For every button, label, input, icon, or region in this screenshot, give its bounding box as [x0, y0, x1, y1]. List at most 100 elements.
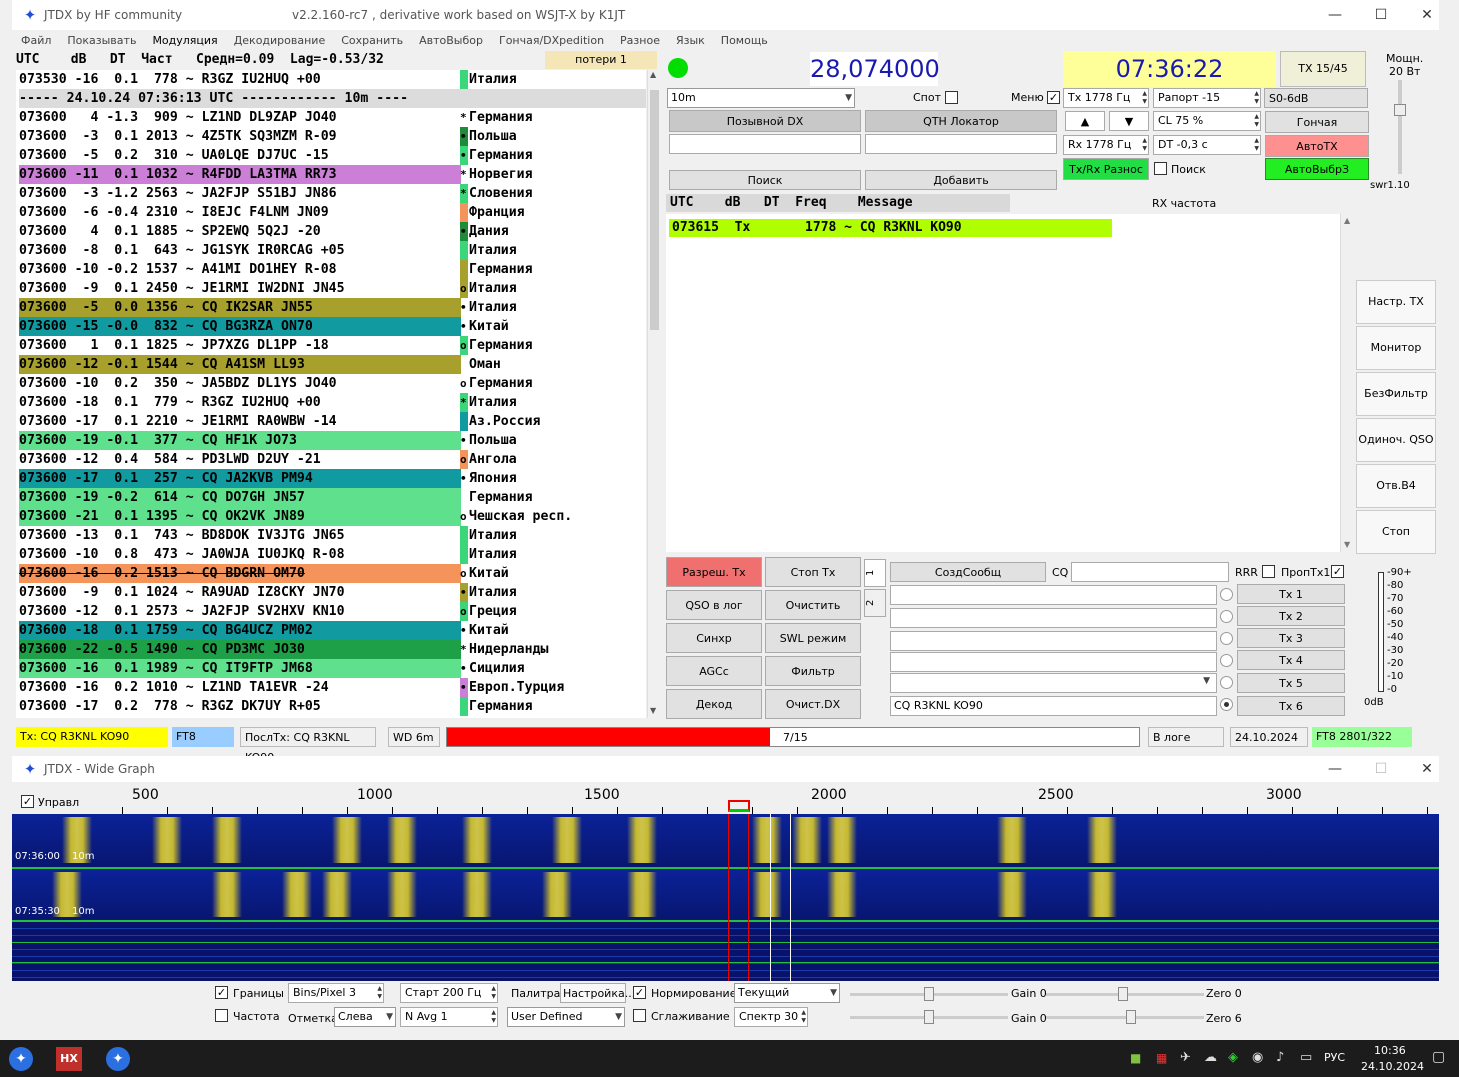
txrx-split-button[interactable]: Tx/Rx Разнос: [1063, 158, 1149, 180]
erase-button[interactable]: Очистить: [765, 590, 861, 620]
decode-row[interactable]: 073600 -17 0.1 2210 ~ JE1RMI RA0WBW -14 А…: [16, 412, 646, 431]
decode-row[interactable]: 073600 -10 0.2 350 ~ JA5BDZ DL1YS JO40 o Г…: [16, 374, 646, 393]
dx-grid-input[interactable]: [865, 134, 1057, 154]
bounds-checkbox[interactable]: ✓: [215, 986, 228, 999]
bins-spin[interactable]: Bins/Pixel 3 ▲ ▼: [288, 983, 384, 1003]
tx1-radio[interactable]: [1220, 588, 1233, 601]
lookup-button[interactable]: Поиск: [669, 170, 861, 190]
agcc-button[interactable]: AGCc: [666, 656, 762, 686]
zero-slider-2-handle[interactable]: [1126, 1010, 1136, 1024]
decode-row[interactable]: 073530 -16 0.1 778 ~ R3GZ IU2HUQ +00 Итал…: [16, 70, 646, 89]
tab-2[interactable]: 2: [864, 589, 886, 617]
power-slider[interactable]: [1398, 80, 1402, 174]
menu-language[interactable]: Язык: [676, 34, 705, 47]
spin-arrows-icon[interactable]: ▲ ▼: [1254, 90, 1259, 106]
band-activity-list[interactable]: 073530 -16 0.1 778 ~ R3GZ IU2HUQ +00 Итал…: [16, 70, 646, 718]
clear-dx-button[interactable]: Очист.DX: [765, 689, 861, 719]
spin-arrows-icon[interactable]: ▲ ▼: [1142, 137, 1147, 153]
jtdx-app-icon[interactable]: ✦: [9, 1047, 33, 1071]
adjust-palette-button[interactable]: Настройка...: [560, 983, 635, 1003]
enable-tx-button[interactable]: Разреш. Tx: [666, 557, 762, 587]
shield-icon[interactable]: ◈: [1228, 1050, 1238, 1065]
tx1-button[interactable]: Tx 1: [1237, 584, 1345, 604]
spot-checkbox[interactable]: [945, 91, 958, 104]
cq-input[interactable]: [1071, 562, 1229, 582]
rx-frequency-spin[interactable]: Rx 1778 Гц ▲ ▼: [1063, 135, 1149, 155]
sync-button[interactable]: Синхр: [666, 623, 762, 653]
decode-row[interactable]: 073600 -21 0.1 1395 ~ CQ OK2VK JN89 o Чешс…: [16, 507, 646, 526]
cl-spin[interactable]: CL 75 % ▲ ▼: [1153, 111, 1261, 131]
tx3-message[interactable]: [890, 631, 1217, 651]
spin-arrows-icon[interactable]: ▲ ▼: [491, 1009, 496, 1025]
tx-rx-marker[interactable]: [728, 800, 750, 812]
wg-close-button[interactable]: ✕: [1404, 756, 1450, 782]
monitor-button[interactable]: Монитор: [1356, 326, 1436, 370]
tx2-message[interactable]: [890, 608, 1217, 628]
decode-row[interactable]: 073600 -3 -1.2 2563 ~ JA2FJP S51BJ JN86 *…: [16, 184, 646, 203]
decode-row[interactable]: 073600 -15 -0.0 832 ~ CQ BG3RZA ON70 • Кит…: [16, 317, 646, 336]
spin-arrows-icon[interactable]: ▲ ▼: [491, 985, 496, 1001]
spin-arrows-icon[interactable]: ▲ ▼: [801, 1009, 806, 1025]
decode-row[interactable]: 073600 -18 0.1 779 ~ R3GZ IU2HUQ +00 * Ита…: [16, 393, 646, 412]
rx-frequency-pane[interactable]: [666, 214, 1340, 552]
generate-messages-button[interactable]: СоздСообщ: [890, 562, 1046, 582]
zero-slider-1-handle[interactable]: [1118, 987, 1128, 1001]
answer-b4-button[interactable]: Отв.В4: [1356, 464, 1436, 508]
rx-frequency-row[interactable]: 073615 Tx 1778 ~ CQ R3KNL KO90: [669, 219, 1112, 237]
decode-row[interactable]: 073600 -5 0.0 1356 ~ CQ IK2SAR JN55 • Итал…: [16, 298, 646, 317]
tray-date[interactable]: 24.10.2024: [1361, 1060, 1424, 1073]
decode-row[interactable]: 073600 -6 -0.4 2310 ~ I8EJC F4LNM JN09 Фр…: [16, 203, 646, 222]
volume-icon[interactable]: ♪: [1276, 1050, 1284, 1065]
maximize-button[interactable]: ☐: [1358, 0, 1404, 30]
normalize-checkbox[interactable]: ✓: [633, 986, 646, 999]
tray-time[interactable]: 10:36: [1374, 1044, 1406, 1057]
tx-period-button[interactable]: TX 15/45: [1280, 51, 1366, 87]
level-button[interactable]: S0-6dB: [1264, 88, 1368, 108]
tab-1[interactable]: 1: [864, 559, 886, 587]
hrd-tray-icon[interactable]: ▦: [1156, 1051, 1167, 1065]
tune-button[interactable]: Настр. TX: [1356, 280, 1436, 324]
stop-button[interactable]: Стоп: [1356, 510, 1436, 554]
power-slider-handle[interactable]: [1394, 104, 1406, 116]
waterfall[interactable]: 07:36:00 10m 07:35:30 10m: [12, 814, 1439, 981]
palette-select[interactable]: User Defined ▼: [507, 1007, 625, 1027]
spectrum-spin[interactable]: Спектр 30 ▲ ▼: [734, 1007, 808, 1027]
navg-spin[interactable]: N Avg 1 ▲ ▼: [400, 1007, 498, 1027]
spin-arrows-icon[interactable]: ▲ ▼: [377, 985, 382, 1001]
zero-slider-2[interactable]: [1046, 1016, 1204, 1019]
tx5-button[interactable]: Tx 5: [1237, 673, 1345, 693]
decode-row[interactable]: 073600 4 0.1 1885 ~ SP2EWQ 5Q2J -20 • Дани…: [16, 222, 646, 241]
tx6-radio[interactable]: [1220, 698, 1233, 711]
chevron-down-icon[interactable]: ▼: [1203, 676, 1210, 686]
menu-help[interactable]: Помощь: [721, 34, 768, 47]
menu-autoselect[interactable]: АвтоВыбор: [419, 34, 483, 47]
smooth-checkbox[interactable]: [633, 1009, 646, 1022]
decode-row[interactable]: 073600 -16 0.2 1513 ~ CQ BDGRN OM70 o Кита…: [16, 564, 646, 583]
decode-row[interactable]: 073600 -5 0.2 310 ~ UA0LQE DJ7UC -15 • Гер…: [16, 146, 646, 165]
tx4-message[interactable]: [890, 652, 1217, 672]
decode-row[interactable]: 073600 -9 0.1 2450 ~ JE1RMI IW2DNI JN45 o…: [16, 279, 646, 298]
decode-row[interactable]: 073600 -12 -0.1 1544 ~ CQ A41SM LL93 Оман: [16, 355, 646, 374]
decode-row[interactable]: 073600 -16 0.1 1989 ~ CQ IT9FTP JM68 • Сиц…: [16, 659, 646, 678]
decode-row[interactable]: 073600 -11 0.1 1032 ~ R4FDD LA3TMA RR73 *…: [16, 165, 646, 184]
single-qso-button[interactable]: Одиноч. QSO: [1356, 418, 1436, 462]
tx-frequency-spin[interactable]: Tx 1778 Гц ▲ ▼: [1063, 88, 1149, 108]
tx2-button[interactable]: Tx 2: [1237, 606, 1345, 626]
halt-tx-button[interactable]: Стоп Tx: [765, 557, 861, 587]
menu-checkbox[interactable]: ✓: [1047, 91, 1060, 104]
decode-row[interactable]: 073600 -10 -0.2 1537 ~ A41MI DO1HEY R-08…: [16, 260, 646, 279]
menu-file[interactable]: Файл: [21, 34, 51, 47]
start-spin[interactable]: Старт 200 Гц ▲ ▼: [400, 983, 498, 1003]
plane-icon[interactable]: ✈: [1180, 1050, 1191, 1065]
menu-misc[interactable]: Разное: [620, 34, 660, 47]
menu-decode[interactable]: Декодирование: [234, 34, 326, 47]
decode-row[interactable]: 073600 -10 0.8 473 ~ JA0WJA IU0JKQ R-08 И…: [16, 545, 646, 564]
decode-row[interactable]: 073600 -22 -0.5 1490 ~ CQ PD3MC JO30 * Нид…: [16, 640, 646, 659]
report-spin[interactable]: Рапорт -15 ▲ ▼: [1153, 88, 1261, 108]
decode-row[interactable]: ----- 24.10.24 07:36:13 UTC ------------…: [16, 89, 646, 108]
nofilter-button[interactable]: БезФильтр: [1356, 372, 1436, 416]
band-activity-scrollbar[interactable]: ▲ ▼: [647, 70, 661, 718]
hound-button[interactable]: Гончая: [1265, 111, 1369, 133]
gain-slider-2-handle[interactable]: [924, 1010, 934, 1024]
tx5-radio[interactable]: [1220, 676, 1233, 689]
